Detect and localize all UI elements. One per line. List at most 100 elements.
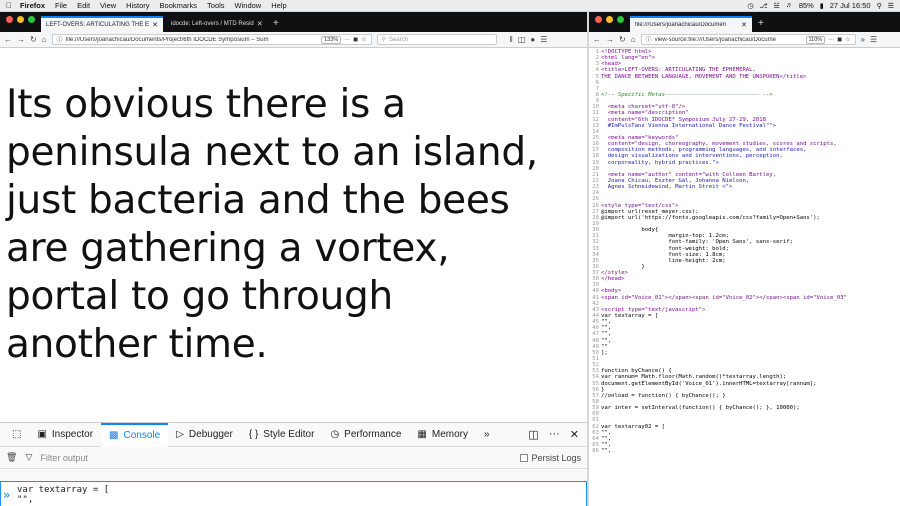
library-icon[interactable]: ‖ [510, 35, 513, 44]
minimize-window-icon[interactable] [606, 15, 613, 23]
close-tab-icon[interactable]: ✕ [741, 21, 747, 29]
menu-icon[interactable]: ☰ [870, 35, 877, 44]
nav-toolbar: ← → ↻ ⌂ ⓘ file:///Users/joanachicau/Docu… [0, 32, 587, 48]
menu-icon[interactable]: ☰ [540, 35, 547, 44]
menu-app-name[interactable]: Firefox [20, 1, 45, 10]
close-tab-icon[interactable]: ✕ [152, 21, 158, 29]
style-editor-icon: { } [248, 429, 259, 440]
search-box[interactable]: ⚲ Search [376, 34, 497, 45]
source-code: Agnes Schneidewind, Martin Streit <"> [601, 184, 733, 191]
forward-icon[interactable]: → [17, 35, 25, 44]
reload-icon[interactable]: ↻ [30, 35, 37, 44]
tab-debugger[interactable]: ▷ Debugger [168, 423, 241, 447]
menu-bookmarks[interactable]: Bookmarks [160, 1, 198, 10]
persist-logs-checkbox[interactable] [520, 453, 529, 462]
menu-tools[interactable]: Tools [207, 1, 225, 10]
source-code: </head> [601, 276, 625, 283]
poem-line: another time. [6, 322, 268, 367]
options-icon[interactable]: ··· [549, 428, 560, 441]
menu-window[interactable]: Window [235, 1, 262, 10]
menu-history[interactable]: History [126, 1, 149, 10]
sidebar-icon[interactable]: ◫ [518, 35, 526, 44]
poem-line: Its obvious there is a [6, 82, 406, 127]
source-code: THE DANCE BETWEEN LANGUAGE, MOVEMENT AND… [601, 73, 807, 80]
battery-icon[interactable]: ▮ [820, 2, 824, 10]
back-icon[interactable]: ← [4, 35, 12, 44]
menu-view[interactable]: View [100, 1, 116, 10]
tab-inspector[interactable]: ▣ Inspector [29, 423, 101, 447]
persist-logs[interactable]: Persist Logs [520, 453, 581, 463]
pocket-icon[interactable]: ◼ [837, 36, 842, 43]
tab-idocde[interactable]: idocde: Left-overs / MTD Resid ✕ [163, 16, 267, 32]
bluetooth-icon[interactable]: ⎇ [759, 2, 767, 10]
tab-view-source[interactable]: file:///Users/joanachicau/Documen ✕ [630, 16, 752, 32]
tab-label: Debugger [188, 429, 233, 440]
minimize-window-icon[interactable] [17, 15, 24, 23]
page-actions-icon[interactable]: ··· [344, 37, 350, 43]
pocket-icon[interactable]: ◼ [353, 36, 358, 43]
new-tab-button[interactable]: + [267, 18, 285, 32]
source-code: document.getElementById('Voice_01').inne… [601, 380, 817, 387]
menu-help[interactable]: Help [271, 1, 286, 10]
menu-file[interactable]: File [55, 1, 67, 10]
tab-label: Performance [344, 429, 402, 440]
battery-percent[interactable]: 85% [799, 1, 814, 10]
dock-icon[interactable]: ◫ [528, 428, 538, 441]
wifi-icon[interactable]: ☱ [774, 2, 780, 10]
close-devtools-icon[interactable]: ✕ [570, 428, 579, 441]
close-window-icon[interactable] [595, 15, 602, 23]
close-window-icon[interactable] [6, 15, 13, 23]
search-placeholder: Search [388, 36, 408, 43]
inspector-icon: ▣ [37, 429, 47, 440]
reload-icon[interactable]: ↻ [619, 35, 626, 44]
bookmark-star-icon[interactable]: ☆ [845, 36, 850, 43]
filter-icon[interactable]: ▽ [25, 452, 32, 463]
home-icon[interactable]: ⌂ [42, 35, 47, 44]
overflow-icon[interactable]: » [861, 35, 865, 44]
menu-edit[interactable]: Edit [77, 1, 90, 10]
tab-label: idocde: Left-overs / MTD Resid [171, 21, 254, 27]
console-icon: ▩ [109, 430, 119, 441]
trash-icon[interactable]: 🗑 [6, 452, 17, 463]
tab-memory[interactable]: ▦ Memory [409, 423, 476, 447]
zoom-level[interactable]: 110% [805, 35, 826, 44]
home-icon[interactable]: ⌂ [631, 35, 636, 44]
url-bar[interactable]: ⓘ file:///Users/joanachicau/Documents/Pr… [51, 34, 372, 45]
filter-input[interactable]: Filter output [40, 453, 88, 463]
url-bar[interactable]: ⓘ view-source:file:///Users/joanachicau/… [640, 34, 856, 45]
tab-label: LEFT-OVERS: ARTICULATING THE E [46, 22, 150, 28]
apple-icon[interactable]:  [6, 1, 12, 10]
bookmark-star-icon[interactable]: ☆ [361, 36, 366, 43]
tab-leftovers[interactable]: LEFT-OVERS: ARTICULATING THE E ✕ [41, 16, 163, 32]
source-code: <!-- Specific Metas—————————————————————… [601, 91, 773, 98]
maximize-window-icon[interactable] [28, 15, 35, 23]
tab-style-editor[interactable]: { } Style Editor [241, 423, 323, 447]
close-tab-icon[interactable]: ✕ [257, 20, 263, 28]
maximize-window-icon[interactable] [617, 15, 624, 23]
info-icon[interactable]: ⓘ [57, 35, 63, 44]
page-actions-icon[interactable]: ··· [828, 37, 834, 43]
source-code: "", [601, 448, 612, 455]
element-picker-icon[interactable]: ⬚ [4, 423, 29, 447]
source-view: 1 <!DOCTYPE html> 2 <html lang="en"> 3 <head>… [589, 49, 900, 506]
time-machine-icon[interactable]: ◷ [747, 2, 753, 10]
new-tab-button[interactable]: + [752, 18, 770, 32]
browser-window-left: LEFT-OVERS: ARTICULATING THE E ✕ idocde:… [0, 12, 587, 506]
info-icon[interactable]: ⓘ [646, 35, 652, 44]
tab-performance[interactable]: ◷ Performance [322, 423, 409, 447]
source-code: @import url('https://fonts.googleapis.co… [601, 214, 820, 221]
zoom-level[interactable]: 133% [321, 35, 342, 44]
window-controls [589, 15, 630, 29]
spotlight-icon[interactable]: ⚲ [877, 2, 882, 10]
back-icon[interactable]: ← [593, 35, 601, 44]
more-tabs-icon[interactable]: » [476, 423, 498, 447]
persist-logs-label: Persist Logs [531, 452, 581, 463]
extension-icon[interactable]: ● [530, 35, 535, 44]
volume-icon[interactable]: ♬ [786, 2, 793, 9]
line-number: 66 [592, 448, 599, 455]
clock[interactable]: 27 Jul 16:50 [830, 1, 871, 10]
console-input[interactable]: » var textarray = [ "", … [0, 481, 587, 506]
forward-icon[interactable]: → [606, 35, 614, 44]
notification-center-icon[interactable]: ☰ [888, 2, 894, 10]
tab-console[interactable]: ▩ Console [101, 422, 169, 447]
